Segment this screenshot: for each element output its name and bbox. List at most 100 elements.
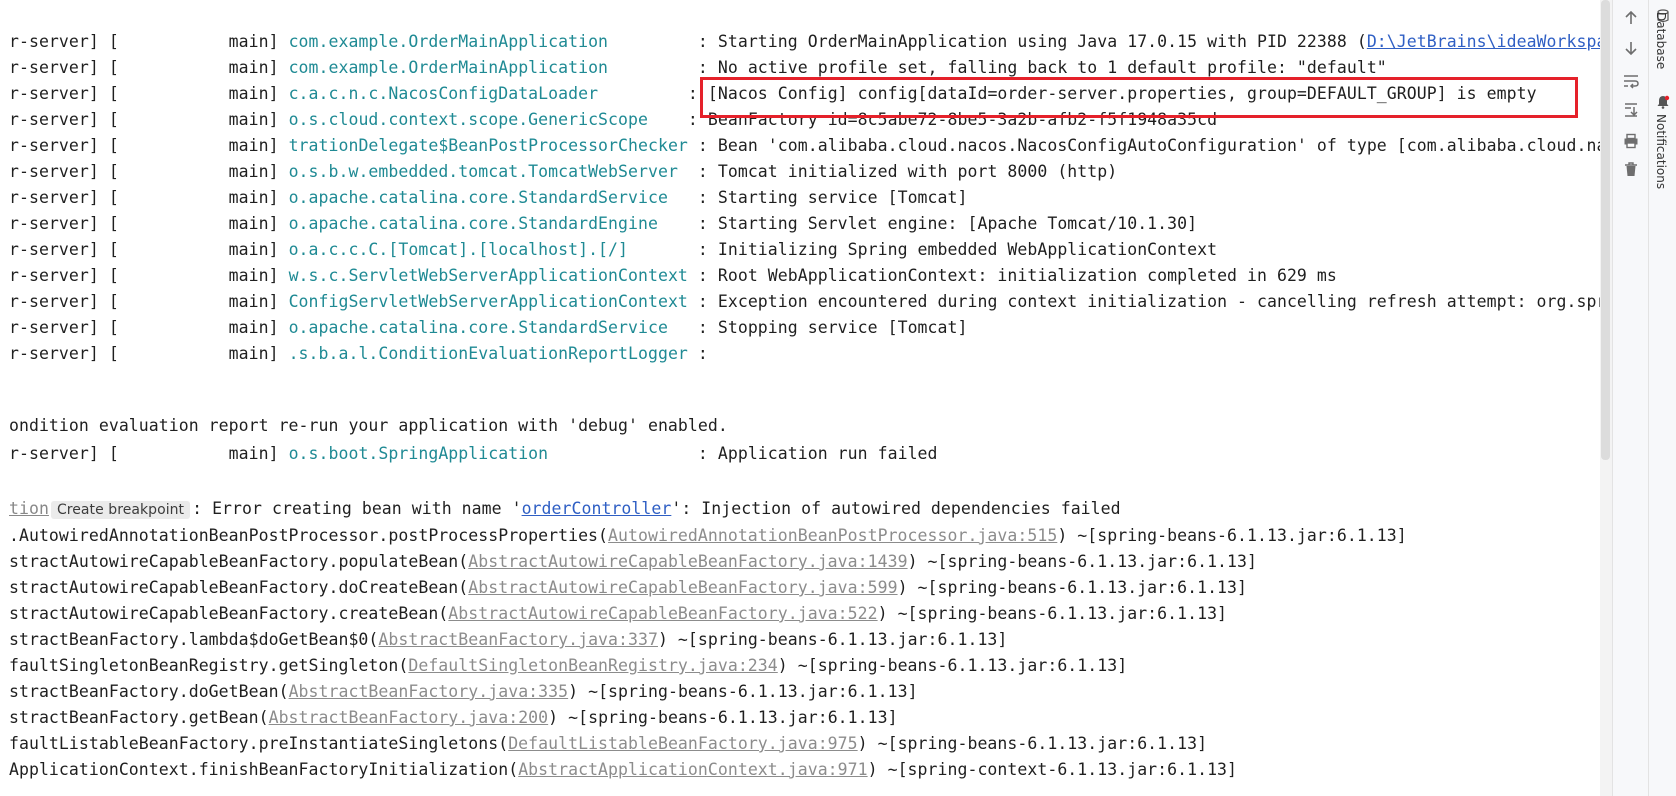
order-controller-link[interactable]: orderController — [522, 499, 672, 518]
log-separator: : — [687, 162, 718, 181]
logger-name: o.s.b.w.embedded.tomcat.TomcatWebServer — [288, 162, 688, 181]
log-prefix: r-server] [ main] — [9, 84, 289, 103]
stack-jar: ) ~[spring-context-6.1.13.jar:6.1.13] — [867, 760, 1238, 779]
exception-class-link[interactable]: tion — [9, 499, 49, 518]
stack-method: stractAutowireCapableBeanFactory.doCreat… — [9, 578, 469, 597]
right-tool-window-strip: Database Notifications — [1648, 0, 1676, 796]
logger-name: com.example.OrderMainApplication — [288, 58, 688, 77]
console-output[interactable]: r-server] [ main] com.example.OrderMainA… — [0, 0, 1612, 796]
log-message: Starting OrderMainApplication using Java… — [717, 32, 1367, 51]
trash-icon[interactable] — [1619, 157, 1643, 181]
exception-line: tion Create breakpoint: Error creating be… — [9, 496, 1121, 522]
log-line: r-server] [ main] com.example.OrderMainA… — [9, 55, 1387, 81]
log-line-nacos-config: r-server] [ main] c.a.c.n.c.NacosConfigD… — [9, 81, 1537, 107]
notifications-tab[interactable]: Notifications — [1654, 114, 1668, 189]
source-link[interactable]: AbstractBeanFactory.java:337 — [378, 630, 658, 649]
log-separator: : — [687, 214, 718, 233]
log-line: r-server] [ main] trationDelegate$BeanPo… — [9, 133, 1612, 159]
notifications-icon[interactable] — [1656, 94, 1670, 113]
scroll-to-end-icon[interactable] — [1619, 98, 1643, 122]
logger-name: o.a.c.c.C.[Tomcat].[localhost].[/] — [288, 240, 688, 259]
log-line: r-server] [ main] o.s.b.w.embedded.tomca… — [9, 159, 1117, 185]
database-tab[interactable]: Database — [1654, 12, 1668, 69]
stack-jar: ) ~[spring-beans-6.1.13.jar:6.1.13] — [897, 578, 1248, 597]
exception-text: : Error creating bean with name ' — [192, 499, 522, 518]
stack-trace-line: stractBeanFactory.getBean(AbstractBeanFa… — [9, 705, 898, 731]
log-message: Initializing Spring embedded WebApplicat… — [717, 240, 1218, 259]
source-link[interactable]: AbstractBeanFactory.java:335 — [289, 682, 569, 701]
logger-name: o.apache.catalina.core.StandardService — [288, 188, 688, 207]
log-prefix: r-server] [ main] — [9, 318, 289, 337]
scrollbar-thumb[interactable] — [1601, 0, 1610, 460]
logger-name: o.apache.catalina.core.StandardEngine — [288, 214, 688, 233]
log-separator: : — [677, 84, 708, 103]
source-link[interactable]: AbstractBeanFactory.java:200 — [269, 708, 549, 727]
stack-method: stractBeanFactory.getBean( — [9, 708, 269, 727]
log-separator: : — [687, 444, 718, 463]
log-message: Stopping service [Tomcat] — [717, 318, 968, 337]
arrow-up-icon[interactable] — [1619, 6, 1643, 30]
arrow-down-icon[interactable] — [1619, 36, 1643, 60]
stack-trace-line: ApplicationContext.finishBeanFactoryInit… — [9, 757, 1237, 783]
log-line: r-server] [ main] o.apache.catalina.core… — [9, 211, 1197, 237]
log-message: [Nacos Config] config[dataId=order-serve… — [707, 84, 1537, 103]
log-prefix: r-server] [ main] — [9, 292, 289, 311]
log-prefix: r-server] [ main] — [9, 162, 289, 181]
log-line-run-failed: r-server] [ main] o.s.boot.SpringApplica… — [9, 441, 938, 467]
create-breakpoint-button[interactable]: Create breakpoint — [50, 501, 191, 519]
condition-report-line: ondition evaluation report re-run your a… — [9, 413, 728, 439]
logger-name: c.a.c.n.c.NacosConfigDataLoader — [288, 84, 678, 103]
logger-name: trationDelegate$BeanPostProcessorChecker — [288, 136, 688, 155]
stack-trace-line: stractBeanFactory.doGetBean(AbstractBean… — [9, 679, 918, 705]
stack-method: faultListableBeanFactory.preInstantiateS… — [9, 734, 509, 753]
exception-text: ': Injection of autowired dependencies f… — [671, 499, 1121, 518]
log-message: Root WebApplicationContext: initializati… — [717, 266, 1337, 285]
log-message: BeanFactory id=8c5abe72-8be5-3a2b-afb2-f… — [707, 110, 1218, 129]
log-prefix: r-server] [ main] — [9, 344, 289, 363]
stack-method: faultSingletonBeanRegistry.getSingleton( — [9, 656, 409, 675]
source-link[interactable]: AbstractAutowireCapableBeanFactory.java:… — [468, 552, 907, 571]
stack-method: ApplicationContext.finishBeanFactoryInit… — [9, 760, 519, 779]
log-separator: : — [687, 188, 718, 207]
log-prefix: r-server] [ main] — [9, 266, 289, 285]
log-prefix: r-server] [ main] — [9, 240, 289, 259]
source-link[interactable]: AutowiredAnnotationBeanPostProcessor.jav… — [608, 526, 1057, 545]
log-line: r-server] [ main] o.a.c.c.C.[Tomcat].[lo… — [9, 237, 1217, 263]
stack-jar: ) ~[spring-beans-6.1.13.jar:6.1.13] — [1057, 526, 1407, 545]
logger-name: ConfigServletWebServerApplicationContext — [288, 292, 688, 311]
log-line: r-server] [ main] ConfigServletWebServer… — [9, 289, 1612, 315]
logger-name: .s.b.a.l.ConditionEvaluationReportLogger — [288, 344, 688, 363]
log-prefix: r-server] [ main] — [9, 136, 289, 155]
log-message: Starting Servlet engine: [Apache Tomcat/… — [717, 214, 1198, 233]
log-separator: : — [677, 110, 708, 129]
logger-name: com.example.OrderMainApplication — [288, 32, 688, 51]
source-link[interactable]: DefaultListableBeanFactory.java:975 — [508, 734, 857, 753]
log-prefix: r-server] [ main] — [9, 214, 289, 233]
stack-method: .AutowiredAnnotationBeanPostProcessor.po… — [9, 526, 609, 545]
source-link[interactable]: AbstractAutowireCapableBeanFactory.java:… — [448, 604, 877, 623]
log-prefix: r-server] [ main] — [9, 110, 289, 129]
source-link[interactable]: DefaultSingletonBeanRegistry.java:234 — [408, 656, 777, 675]
print-icon[interactable] — [1619, 129, 1643, 153]
log-message: Tomcat initialized with port 8000 (http) — [717, 162, 1118, 181]
stack-trace-line: stractAutowireCapableBeanFactory.doCreat… — [9, 575, 1247, 601]
stack-jar: ) ~[spring-beans-6.1.13.jar:6.1.13] — [777, 656, 1128, 675]
log-prefix: r-server] [ main] — [9, 188, 289, 207]
logger-name: w.s.c.ServletWebServerApplicationContext — [288, 266, 688, 285]
log-message: Bean 'com.alibaba.cloud.nacos.NacosConfi… — [717, 136, 1612, 155]
log-separator: : — [687, 318, 718, 337]
logger-name: o.s.boot.SpringApplication — [288, 444, 688, 463]
log-message: No active profile set, falling back to 1… — [717, 58, 1387, 77]
stack-jar: ) ~[spring-beans-6.1.13.jar:6.1.13] — [548, 708, 898, 727]
soft-wrap-icon[interactable] — [1619, 69, 1643, 93]
stack-jar: ) ~[spring-beans-6.1.13.jar:6.1.13] — [657, 630, 1008, 649]
stack-method: stractAutowireCapableBeanFactory.createB… — [9, 604, 449, 623]
stack-method: stractBeanFactory.doGetBean( — [9, 682, 289, 701]
file-path-link[interactable]: D:\JetBrains\ideaWorkspac — [1367, 32, 1612, 51]
source-link[interactable]: AbstractApplicationContext.java:971 — [518, 760, 867, 779]
source-link[interactable]: AbstractAutowireCapableBeanFactory.java:… — [468, 578, 897, 597]
log-line: r-server] [ main] o.apache.catalina.core… — [9, 315, 967, 341]
log-line: r-server] [ main] w.s.c.ServletWebServer… — [9, 263, 1337, 289]
stack-jar: ) ~[spring-beans-6.1.13.jar:6.1.13] — [857, 734, 1208, 753]
log-prefix: r-server] [ main] — [9, 32, 289, 51]
